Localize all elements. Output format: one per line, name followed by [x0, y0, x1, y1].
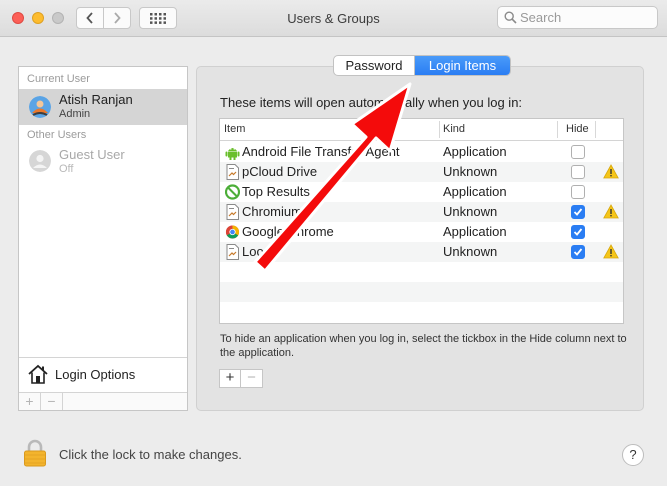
hide-checkbox[interactable] [571, 185, 585, 199]
warning-icon [603, 244, 619, 259]
item-name: Chromium [242, 204, 302, 219]
item-kind: Unknown [443, 244, 498, 259]
item-name: Top Results [242, 184, 310, 199]
item-name: Android File Transfer Agent [242, 144, 400, 159]
table-row-empty [220, 282, 623, 302]
hide-checkbox[interactable] [571, 165, 585, 179]
checkmark-icon [573, 228, 583, 236]
login-items-toolbar: + − [219, 369, 263, 388]
current-user-heading: Current User [27, 73, 90, 85]
item-kind: Application [443, 224, 507, 239]
table-row[interactable]: Android File Transfer Agent Application [220, 142, 623, 162]
guest-avatar [29, 150, 51, 172]
login-items-description: These items will open automatically when… [220, 95, 523, 110]
tab-bar: Password Login Items [333, 55, 511, 76]
hide-checkbox[interactable] [571, 245, 585, 259]
table-row[interactable]: Chromium Unknown [220, 202, 623, 222]
house-icon [28, 364, 48, 384]
lock-message: Click the lock to make changes. [59, 447, 242, 462]
green-circle-icon [225, 184, 240, 200]
table-row[interactable]: Google Chrome Application [220, 222, 623, 242]
warning-icon [603, 204, 619, 219]
item-name: pCloud Drive [242, 164, 318, 179]
sidebar-item-current-user[interactable]: Atish Ranjan Admin [19, 89, 187, 125]
table-row[interactable]: pCloud Drive Unknown [220, 162, 623, 182]
search-input[interactable] [520, 9, 652, 26]
document-icon [226, 164, 239, 180]
current-user-role: Admin [59, 108, 91, 120]
column-header-kind[interactable]: Kind [443, 123, 465, 135]
warning-icon [603, 164, 619, 179]
guest-user-status: Off [59, 163, 74, 175]
table-row[interactable]: Loom Unknown [220, 242, 623, 262]
other-users-heading: Other Users [27, 129, 87, 141]
search-icon [504, 11, 517, 24]
help-button[interactable]: ? [622, 444, 644, 466]
sidebar-toolbar: + − [19, 392, 187, 410]
item-kind: Unknown [443, 204, 498, 219]
hide-checkbox[interactable] [571, 145, 585, 159]
column-header-hide[interactable]: Hide [566, 123, 589, 135]
column-header-item[interactable]: Item [224, 123, 245, 135]
tab-password[interactable]: Password [334, 56, 415, 75]
tab-login-items[interactable]: Login Items [415, 56, 510, 75]
remove-login-item-button[interactable]: − [241, 370, 262, 387]
add-login-item-button[interactable]: + [220, 370, 242, 387]
table-row-empty [220, 262, 623, 282]
current-user-name: Atish Ranjan [59, 92, 133, 107]
table-header: Item Kind Hide [220, 119, 623, 141]
lock-icon[interactable] [23, 439, 47, 467]
title-bar: Users & Groups [0, 0, 667, 37]
users-sidebar: Current User Atish Ranjan Admin Other Us… [18, 66, 188, 411]
guest-user-name: Guest User [59, 147, 125, 162]
avatar [29, 96, 51, 118]
login-options-label: Login Options [55, 367, 136, 382]
table-row[interactable]: Top Results Application [220, 182, 623, 202]
android-icon [225, 148, 240, 160]
chrome-icon [225, 225, 240, 239]
column-divider [439, 121, 440, 138]
document-icon [226, 204, 239, 220]
login-items-table: Item Kind Hide Android File Transfer Age… [219, 118, 624, 324]
item-kind: Unknown [443, 164, 498, 179]
column-divider [557, 121, 558, 138]
login-options-button[interactable]: Login Options [19, 357, 187, 391]
hide-hint-text: To hide an application when you log in, … [220, 333, 627, 359]
search-field[interactable] [497, 6, 658, 29]
item-name: Google Chrome [242, 224, 334, 239]
checkmark-icon [573, 208, 583, 216]
sidebar-item-guest-user[interactable]: Guest User Off [19, 145, 187, 179]
hide-checkbox[interactable] [571, 205, 585, 219]
column-divider [595, 121, 596, 138]
hide-checkbox[interactable] [571, 225, 585, 239]
document-icon [226, 244, 239, 260]
item-name: Loom [242, 244, 275, 259]
item-kind: Application [443, 184, 507, 199]
checkmark-icon [573, 248, 583, 256]
add-user-button[interactable]: + [19, 393, 41, 410]
item-kind: Application [443, 144, 507, 159]
remove-user-button[interactable]: − [41, 393, 63, 410]
